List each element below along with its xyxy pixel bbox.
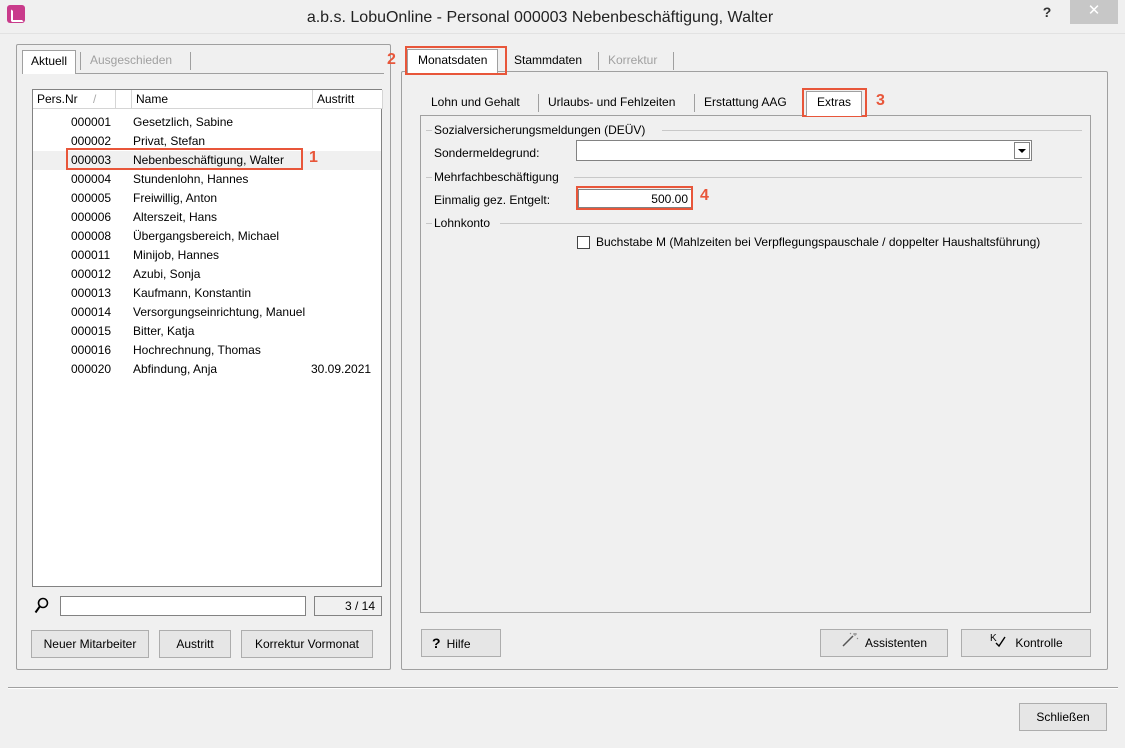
assistenten-button[interactable]: Assistenten <box>820 629 948 657</box>
subtab-lohn-und-gehalt[interactable]: Lohn und Gehalt <box>423 92 528 114</box>
tab-korrektur[interactable]: Korrektur <box>600 50 665 72</box>
annotation-number-2: 2 <box>387 51 396 68</box>
tab-stammdaten[interactable]: Stammdaten <box>506 50 590 72</box>
table-row[interactable]: 000002 Privat, Stefan <box>33 132 381 151</box>
magic-wand-icon <box>841 631 859 657</box>
record-count: 3 / 14 <box>314 596 382 616</box>
table-row-selected[interactable]: 000003 Nebenbeschäftigung, Walter <box>33 151 381 170</box>
extras-panel <box>420 115 1091 613</box>
new-employee-button[interactable]: Neuer Mitarbeiter <box>31 630 149 658</box>
table-row[interactable]: 000013 Kaufmann, Konstantin <box>33 284 381 303</box>
group-divider <box>426 130 432 131</box>
group-divider <box>574 177 1082 178</box>
check-k-icon: K <box>989 631 1007 657</box>
einmalig-entgelt-input[interactable] <box>578 189 692 208</box>
app-icon <box>7 5 25 23</box>
group-divider <box>662 130 1082 131</box>
table-row[interactable]: 000016 Hochrechnung, Thomas <box>33 341 381 360</box>
column-header-austritt[interactable]: Austritt <box>313 90 383 109</box>
table-row[interactable]: 000001 Gesetzlich, Sabine <box>33 113 381 132</box>
tab-separator <box>598 52 599 70</box>
schliessen-button[interactable]: Schließen <box>1019 703 1107 731</box>
question-icon: ? <box>432 635 441 651</box>
employee-list[interactable]: Pers.Nr / Name Austritt 000001 Gesetzlich… <box>32 89 383 587</box>
help-icon[interactable]: ? <box>1030 0 1064 24</box>
search-input[interactable] <box>60 596 306 616</box>
tab-separator <box>694 94 695 112</box>
svg-text:K: K <box>990 633 997 644</box>
annotation-number-1: 1 <box>309 149 318 166</box>
close-button[interactable]: ✕ <box>1070 0 1118 24</box>
tab-content-border <box>22 73 384 74</box>
title-bar: a.b.s. LobuOnline - Personal 000003 Nebe… <box>0 0 1125 34</box>
dropdown-arrow-icon[interactable] <box>1014 142 1030 159</box>
hilfe-button[interactable]: ? Hilfe <box>421 629 501 657</box>
einmalig-entgelt-label: Einmalig gez. Entgelt: <box>434 193 551 207</box>
table-row[interactable]: 000006 Alterszeit, Hans <box>33 208 381 227</box>
buchstabe-m-label[interactable]: Buchstabe M (Mahlzeiten bei Verpflegungs… <box>596 235 1040 249</box>
tab-separator <box>80 52 81 70</box>
sort-indicator-icon: / <box>93 92 97 106</box>
annotation-number-3: 3 <box>876 92 885 109</box>
buchstabe-m-checkbox[interactable] <box>577 236 590 249</box>
sondermeldegrund-label: Sondermeldegrund: <box>434 146 540 160</box>
subtab-extras[interactable]: Extras <box>806 91 863 116</box>
tab-separator <box>190 52 191 70</box>
korrektur-vormonat-button[interactable]: Korrektur Vormonat <box>241 630 373 658</box>
group-divider <box>426 223 432 224</box>
tab-separator <box>673 52 674 70</box>
tab-aktuell[interactable]: Aktuell <box>22 50 77 74</box>
table-row[interactable]: 000005 Freiwillig, Anton <box>33 189 381 208</box>
tab-ausgeschieden[interactable]: Ausgeschieden <box>82 50 180 72</box>
sondermeldegrund-select[interactable] <box>576 140 1032 161</box>
table-row[interactable]: 000011 Minijob, Hannes <box>33 246 381 265</box>
table-row[interactable]: 000014 Versorgungseinrichtung, Manuel <box>33 303 381 322</box>
tab-monatsdaten[interactable]: Monatsdaten <box>407 49 499 73</box>
column-header-pers-nr[interactable]: Pers.Nr / <box>33 90 116 109</box>
search-icon <box>34 597 50 615</box>
subtab-erstattung-aag[interactable]: Erstattung AAG <box>696 92 795 114</box>
group-mehrfach-label: Mehrfachbeschäftigung <box>434 170 559 184</box>
tab-separator <box>538 94 539 112</box>
group-sv-label: Sozialversicherungsmeldungen (DEÜV) <box>434 123 646 137</box>
table-row[interactable]: 000008 Übergangsbereich, Michael <box>33 227 381 246</box>
window-title: a.b.s. LobuOnline - Personal 000003 Nebe… <box>306 9 774 26</box>
annotation-number-4: 4 <box>700 187 709 204</box>
group-lohnkonto-label: Lohnkonto <box>434 216 491 230</box>
table-row[interactable]: 000004 Stundenlohn, Hannes <box>33 170 381 189</box>
footer-divider-light <box>8 688 1118 689</box>
kontrolle-button[interactable]: K Kontrolle <box>961 629 1091 657</box>
column-header-blank <box>116 90 132 109</box>
group-divider <box>500 223 1082 224</box>
group-divider <box>426 177 432 178</box>
austritt-button[interactable]: Austritt <box>159 630 231 658</box>
table-row[interactable]: 000020 Abfindung, Anja 30.09.2021 <box>33 360 381 379</box>
subtab-urlaubs-fehlzeiten[interactable]: Urlaubs- und Fehlzeiten <box>540 92 683 114</box>
table-row[interactable]: 000012 Azubi, Sonja <box>33 265 381 284</box>
column-header-name[interactable]: Name <box>132 90 313 109</box>
table-row[interactable]: 000015 Bitter, Katja <box>33 322 381 341</box>
